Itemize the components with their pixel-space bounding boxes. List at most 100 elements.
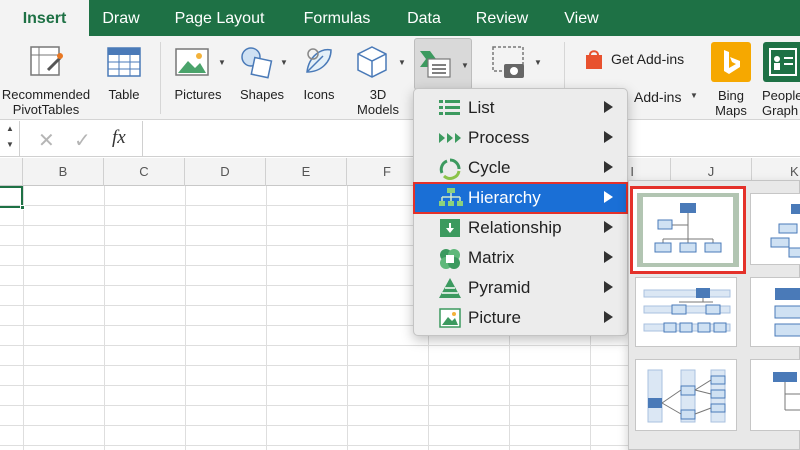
get-addins-button[interactable]: Get Add-ins — [580, 46, 700, 72]
menu-item-label: Pyramid — [468, 278, 531, 297]
icons-icon — [301, 44, 337, 83]
menu-item-pyramid[interactable]: Pyramid — [414, 273, 627, 303]
tab-data[interactable]: Data — [398, 0, 450, 36]
shapes-label: Shapes — [239, 87, 285, 102]
column-header-b[interactable]: B — [23, 158, 104, 186]
chevron-down-icon: ▼ — [461, 61, 469, 70]
insert-function-button[interactable]: fx — [112, 127, 126, 149]
tab-formulas[interactable]: Formulas — [293, 0, 381, 36]
3d-models-button[interactable]: ▼ 3D Models — [348, 36, 408, 120]
menu-item-process[interactable]: Process — [414, 123, 627, 153]
table-label: Table — [108, 87, 140, 102]
chevron-down-icon: ▼ — [218, 58, 226, 67]
submenu-arrow-icon — [604, 101, 613, 113]
column-header-e[interactable]: E — [266, 158, 347, 186]
submenu-arrow-icon — [604, 221, 613, 233]
layout-thumbnail-table-hierarchy[interactable] — [750, 277, 800, 347]
icons-button[interactable]: Icons — [296, 36, 342, 120]
ribbon-tab-bar: Insert Draw Page Layout Formulas Data Re… — [0, 0, 800, 36]
pyramid-icon — [438, 277, 462, 304]
hierarchy-icon — [438, 187, 464, 214]
chevron-down-icon: ▼ — [6, 140, 14, 149]
smartart-button[interactable]: ▼ — [414, 38, 472, 90]
table-icon — [106, 44, 142, 83]
shapes-button[interactable]: ▼ Shapes — [232, 36, 292, 120]
tab-page-layout[interactable]: Page Layout — [162, 0, 277, 36]
hierarchy-layout-gallery — [628, 180, 800, 450]
menu-item-label: Cycle — [468, 158, 511, 177]
camera-icon — [490, 44, 526, 83]
icons-label: Icons — [303, 87, 335, 102]
chevron-down-icon: ▼ — [534, 58, 542, 67]
submenu-arrow-icon — [604, 251, 613, 263]
tab-review[interactable]: Review — [465, 0, 539, 36]
submenu-arrow-icon — [604, 281, 613, 293]
bing-maps-button[interactable]: Bing Maps — [706, 36, 756, 120]
pictures-icon — [174, 44, 210, 83]
enter-formula-icon[interactable]: ✓ — [74, 128, 91, 153]
excel-window: { "tabs": [ {"label": "Insert", "active"… — [0, 0, 800, 450]
get-addins-label: Get Add-ins — [611, 51, 685, 67]
menu-item-label: Hierarchy — [468, 188, 541, 207]
menu-item-label: Matrix — [468, 248, 515, 267]
menu-item-relationship[interactable]: Relationship — [414, 213, 627, 243]
picture-icon — [438, 307, 462, 334]
active-cell[interactable] — [0, 186, 25, 210]
people-graph-icon — [763, 42, 800, 85]
formula-bar: ▲ ▼ ✕ ✓ fx — [0, 121, 800, 157]
cycle-icon — [438, 157, 462, 186]
recommended-pivottables-label: Recommended PivotTables — [1, 87, 91, 117]
tab-view[interactable]: View — [554, 0, 609, 36]
menu-item-label: Relationship — [468, 218, 562, 237]
menu-item-hierarchy[interactable]: Hierarchy — [413, 182, 628, 214]
pictures-label: Pictures — [174, 87, 222, 102]
ribbon: Recommended PivotTables Table ▼ Pictures… — [0, 36, 800, 120]
process-icon — [438, 127, 464, 154]
ribbon-separator — [160, 42, 161, 114]
column-header-a[interactable] — [0, 158, 23, 186]
chevron-down-icon: ▼ — [280, 58, 288, 67]
tab-insert[interactable]: Insert — [0, 0, 89, 36]
matrix-icon — [438, 247, 462, 276]
chevron-down-icon: ▼ — [690, 91, 698, 100]
layout-thumbnail-name-title-org-chart[interactable] — [750, 193, 800, 265]
submenu-arrow-icon — [604, 131, 613, 143]
layout-thumbnail-labeled-hierarchy[interactable] — [635, 277, 737, 347]
relationship-icon — [438, 217, 462, 244]
menu-item-cycle[interactable]: Cycle — [414, 153, 627, 183]
tab-draw[interactable]: Draw — [90, 0, 152, 36]
layout-thumbnail-horizontal-hierarchy[interactable] — [635, 359, 737, 431]
people-graph-button[interactable]: People Graph — [758, 36, 800, 120]
chevron-down-icon: ▼ — [398, 58, 406, 67]
recommended-pivottables-button[interactable]: Recommended PivotTables — [0, 36, 92, 120]
list-icon — [438, 97, 462, 124]
bing-maps-icon — [711, 42, 751, 85]
menu-item-list[interactable]: List — [414, 93, 627, 123]
fill-handle[interactable] — [20, 205, 25, 210]
layout-thumbnail-organization-chart[interactable] — [630, 186, 746, 274]
column-header-c[interactable]: C — [104, 158, 185, 186]
store-bag-icon — [584, 48, 604, 75]
people-graph-label: People Graph — [762, 88, 800, 118]
submenu-arrow-icon — [604, 191, 613, 203]
layout-thumbnail-hierarchy-list[interactable] — [750, 359, 800, 431]
submenu-arrow-icon — [604, 311, 613, 323]
smartart-icon — [418, 45, 452, 84]
menu-item-picture[interactable]: Picture — [414, 303, 627, 333]
submenu-arrow-icon — [604, 161, 613, 173]
menu-item-label: Process — [468, 128, 530, 147]
bing-maps-label: Bing Maps — [715, 88, 747, 118]
my-addins-label: Add-ins — [634, 89, 682, 105]
table-button[interactable]: Table — [96, 36, 152, 120]
recommended-pivottables-icon — [28, 44, 64, 83]
pictures-button[interactable]: ▼ Pictures — [166, 36, 230, 120]
my-addins-button[interactable]: Add-ins ▼ — [628, 86, 708, 108]
menu-item-label: List — [468, 98, 495, 117]
column-header-d[interactable]: D — [185, 158, 266, 186]
chevron-up-icon: ▲ — [6, 124, 14, 133]
menu-item-matrix[interactable]: Matrix — [414, 243, 627, 273]
shapes-icon — [238, 44, 274, 83]
name-box-stepper[interactable]: ▲ ▼ — [0, 121, 20, 157]
cancel-formula-icon[interactable]: ✕ — [38, 128, 55, 153]
menu-item-label: Picture — [468, 308, 521, 327]
